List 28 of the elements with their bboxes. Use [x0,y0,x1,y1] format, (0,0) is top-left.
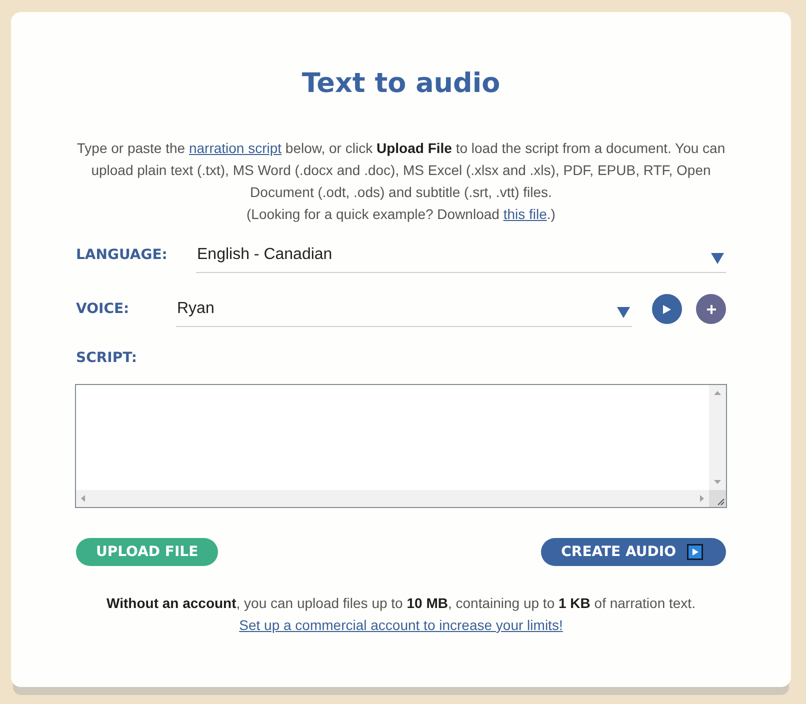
caret-icon [711,253,724,264]
account-link[interactable]: Set up a commercial account to increase your limits! [239,617,563,633]
page-title: Text to audio [300,67,502,101]
voice-dropdown[interactable]: Ryan [176,291,632,327]
language-label: LANGUAGE: [76,246,168,265]
script-field[interactable] [75,384,727,508]
right-arrow-icon[interactable] [700,495,704,502]
caret-icon [617,307,630,318]
left-arrow-icon[interactable] [81,495,85,502]
resize-grip-icon[interactable] [709,490,726,507]
play-button[interactable] [652,294,682,324]
text-link[interactable]: narration script [188,140,282,156]
voice-label: VOICE: [76,300,130,319]
vertical-scrollbar[interactable] [709,385,726,490]
text-link[interactable]: this file [503,206,547,222]
down-arrow-icon[interactable] [714,480,721,484]
script-label: SCRIPT: [76,349,137,368]
create-audio-button[interactable]: CREATE AUDIO [541,538,726,566]
add-button[interactable] [696,294,726,324]
plus-icon [706,304,716,314]
limits-note: Without an account, you can upload files up to 10 MB, containing up to 1 KB of narration text. [106,594,696,613]
play-icon [663,304,671,314]
horizontal-scrollbar[interactable] [76,490,709,507]
language-dropdown[interactable]: English - Canadian [196,237,726,273]
up-arrow-icon[interactable] [714,391,721,395]
intro-text: Type or paste the narration script below, or click Upload File to load the script from a document. You can upload plain text (.txt), MS Word (.docx and .doc), MS Excel (.xlsx and .xls), PDF, EPUB, RTF, Open Document (.odt, .ods) and subtitle (.srt, .vtt) files. [76,139,726,202]
example-text: (Looking for a quick example? Download this file.) [246,205,556,224]
play-icon [687,544,703,560]
